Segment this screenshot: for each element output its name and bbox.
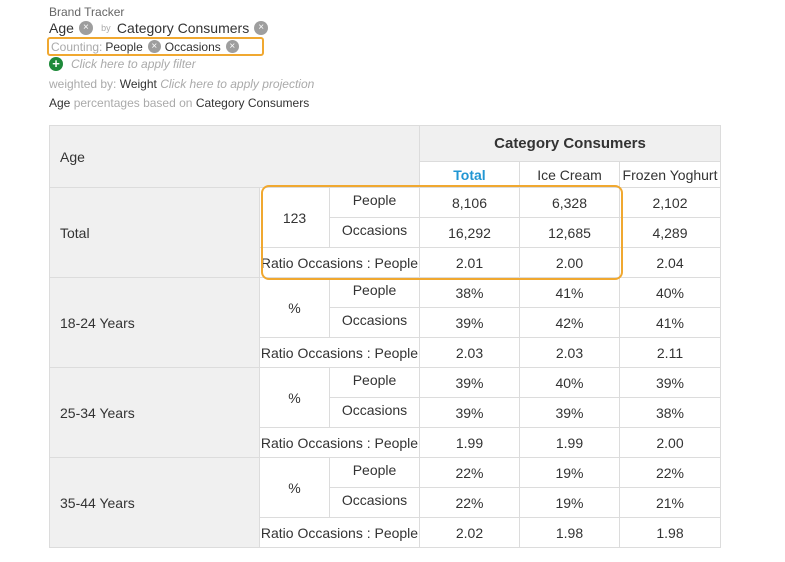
add-filter-icon[interactable]: + (49, 57, 63, 71)
cell-value[interactable]: 41% (519, 277, 620, 308)
column-header-frozen-yoghurt[interactable]: Frozen Yoghurt (619, 161, 721, 188)
measure-label: People (329, 367, 420, 398)
measure-label: People (329, 187, 420, 218)
crosstab-definition: Age × by Category Consumers × (49, 18, 272, 38)
counting-item-occasions[interactable]: Occasions (165, 40, 221, 54)
cell-value[interactable]: 39% (419, 397, 520, 428)
column-header-total[interactable]: Total (419, 161, 520, 188)
weighted-label: weighted by: (49, 77, 117, 91)
measure-label: Occasions (329, 307, 420, 338)
counting-label: Counting: (51, 39, 103, 54)
table-row: 25-34 Years% People 39% 40% 39% (49, 367, 721, 458)
measure-label: Ratio Occasions : People (259, 337, 420, 368)
cell-value[interactable]: 40% (519, 367, 620, 398)
measure-label: People (329, 277, 420, 308)
cell-value[interactable]: 22% (419, 457, 520, 488)
table-row: 35-44 Years% People 22% 19% 22% (49, 457, 721, 548)
remove-row-variable-icon[interactable]: × (78, 21, 93, 35)
cell-value[interactable]: 21% (619, 487, 721, 518)
remove-people-icon[interactable]: × (147, 40, 161, 53)
table-row: 18-24 Years% People 38% 41% 40% (49, 277, 721, 368)
cell-value[interactable]: 8,106 (419, 187, 520, 218)
cell-value[interactable]: 39% (419, 367, 520, 398)
cell-value[interactable]: 2.03 (419, 337, 520, 368)
row-label-group-2[interactable]: 35-44 Years (49, 457, 260, 548)
basis-text: percentages based on (73, 96, 193, 110)
cell-value[interactable]: 2.00 (619, 427, 721, 458)
cell-value[interactable]: 2.02 (419, 517, 520, 548)
basis-col: Category Consumers (195, 96, 310, 110)
cell-value[interactable]: 1.98 (619, 517, 721, 548)
percentage-basis: Age percentages based on Category Consum… (49, 96, 309, 110)
table-row: Total 123 People 8,106 6,328 2,102 (49, 187, 721, 278)
stat-label: 123 (259, 187, 330, 248)
cell-value[interactable]: 1.99 (519, 427, 620, 458)
measure-label: Occasions (329, 217, 420, 248)
app-title: Brand Tracker (49, 5, 125, 19)
row-label-group-1[interactable]: 25-34 Years (49, 367, 260, 458)
column-group-header: Category Consumers (419, 125, 721, 162)
basis-row: Age (49, 96, 71, 110)
cell-value[interactable]: 16,292 (419, 217, 520, 248)
cell-value[interactable]: 19% (519, 487, 620, 518)
column-header-ice-cream[interactable]: Ice Cream (519, 161, 620, 188)
filter-row[interactable]: + Click here to apply filter (49, 56, 196, 72)
swap-by-icon[interactable]: by (97, 20, 115, 36)
measure-label: Ratio Occasions : People (259, 247, 420, 278)
cell-value[interactable]: 6,328 (519, 187, 620, 218)
row-label-group-0[interactable]: 18-24 Years (49, 277, 260, 368)
counting-item-people[interactable]: People (105, 40, 142, 54)
cell-value[interactable]: 2,102 (619, 187, 721, 218)
cell-value[interactable]: 39% (619, 367, 721, 398)
cell-value[interactable]: 2.00 (519, 247, 620, 278)
cell-value[interactable]: 1.98 (519, 517, 620, 548)
weighting-row: weighted by: Weight Click here to apply … (49, 77, 314, 91)
stat-label: % (259, 367, 330, 428)
cell-value[interactable]: 1.99 (419, 427, 520, 458)
remove-column-variable-icon[interactable]: × (254, 21, 269, 35)
remove-occasions-icon[interactable]: × (225, 40, 239, 53)
row-variable[interactable]: Age (49, 20, 74, 36)
projection-placeholder[interactable]: Click here to apply projection (160, 77, 314, 91)
cell-value[interactable]: 19% (519, 457, 620, 488)
cell-value[interactable]: 2.04 (619, 247, 721, 278)
weight-name[interactable]: Weight (120, 77, 157, 91)
row-header-age: Age (49, 125, 420, 188)
row-label-total[interactable]: Total (49, 187, 260, 278)
measure-label: Occasions (329, 397, 420, 428)
cell-value[interactable]: 2.03 (519, 337, 620, 368)
cell-value[interactable]: 42% (519, 307, 620, 338)
cell-value[interactable]: 41% (619, 307, 721, 338)
counting-selector: Counting: People × Occasions × (47, 37, 264, 56)
cell-value[interactable]: 38% (419, 277, 520, 308)
cell-value[interactable]: 2.01 (419, 247, 520, 278)
measure-label: Occasions (329, 487, 420, 518)
stat-label: % (259, 457, 330, 518)
stat-label: % (259, 277, 330, 338)
cell-value[interactable]: 39% (419, 307, 520, 338)
measure-label: Ratio Occasions : People (259, 517, 420, 548)
filter-placeholder[interactable]: Click here to apply filter (71, 57, 196, 71)
measure-label: Ratio Occasions : People (259, 427, 420, 458)
column-variable[interactable]: Category Consumers (117, 20, 249, 36)
cell-value[interactable]: 39% (519, 397, 620, 428)
cell-value[interactable]: 2.11 (619, 337, 721, 368)
measure-label: People (329, 457, 420, 488)
cell-value[interactable]: 22% (419, 487, 520, 518)
cell-value[interactable]: 12,685 (519, 217, 620, 248)
cell-value[interactable]: 4,289 (619, 217, 721, 248)
cell-value[interactable]: 40% (619, 277, 721, 308)
cell-value[interactable]: 38% (619, 397, 721, 428)
crosstab-table: Age Category Consumers Total Ice Cream F… (49, 125, 721, 548)
cell-value[interactable]: 22% (619, 457, 721, 488)
